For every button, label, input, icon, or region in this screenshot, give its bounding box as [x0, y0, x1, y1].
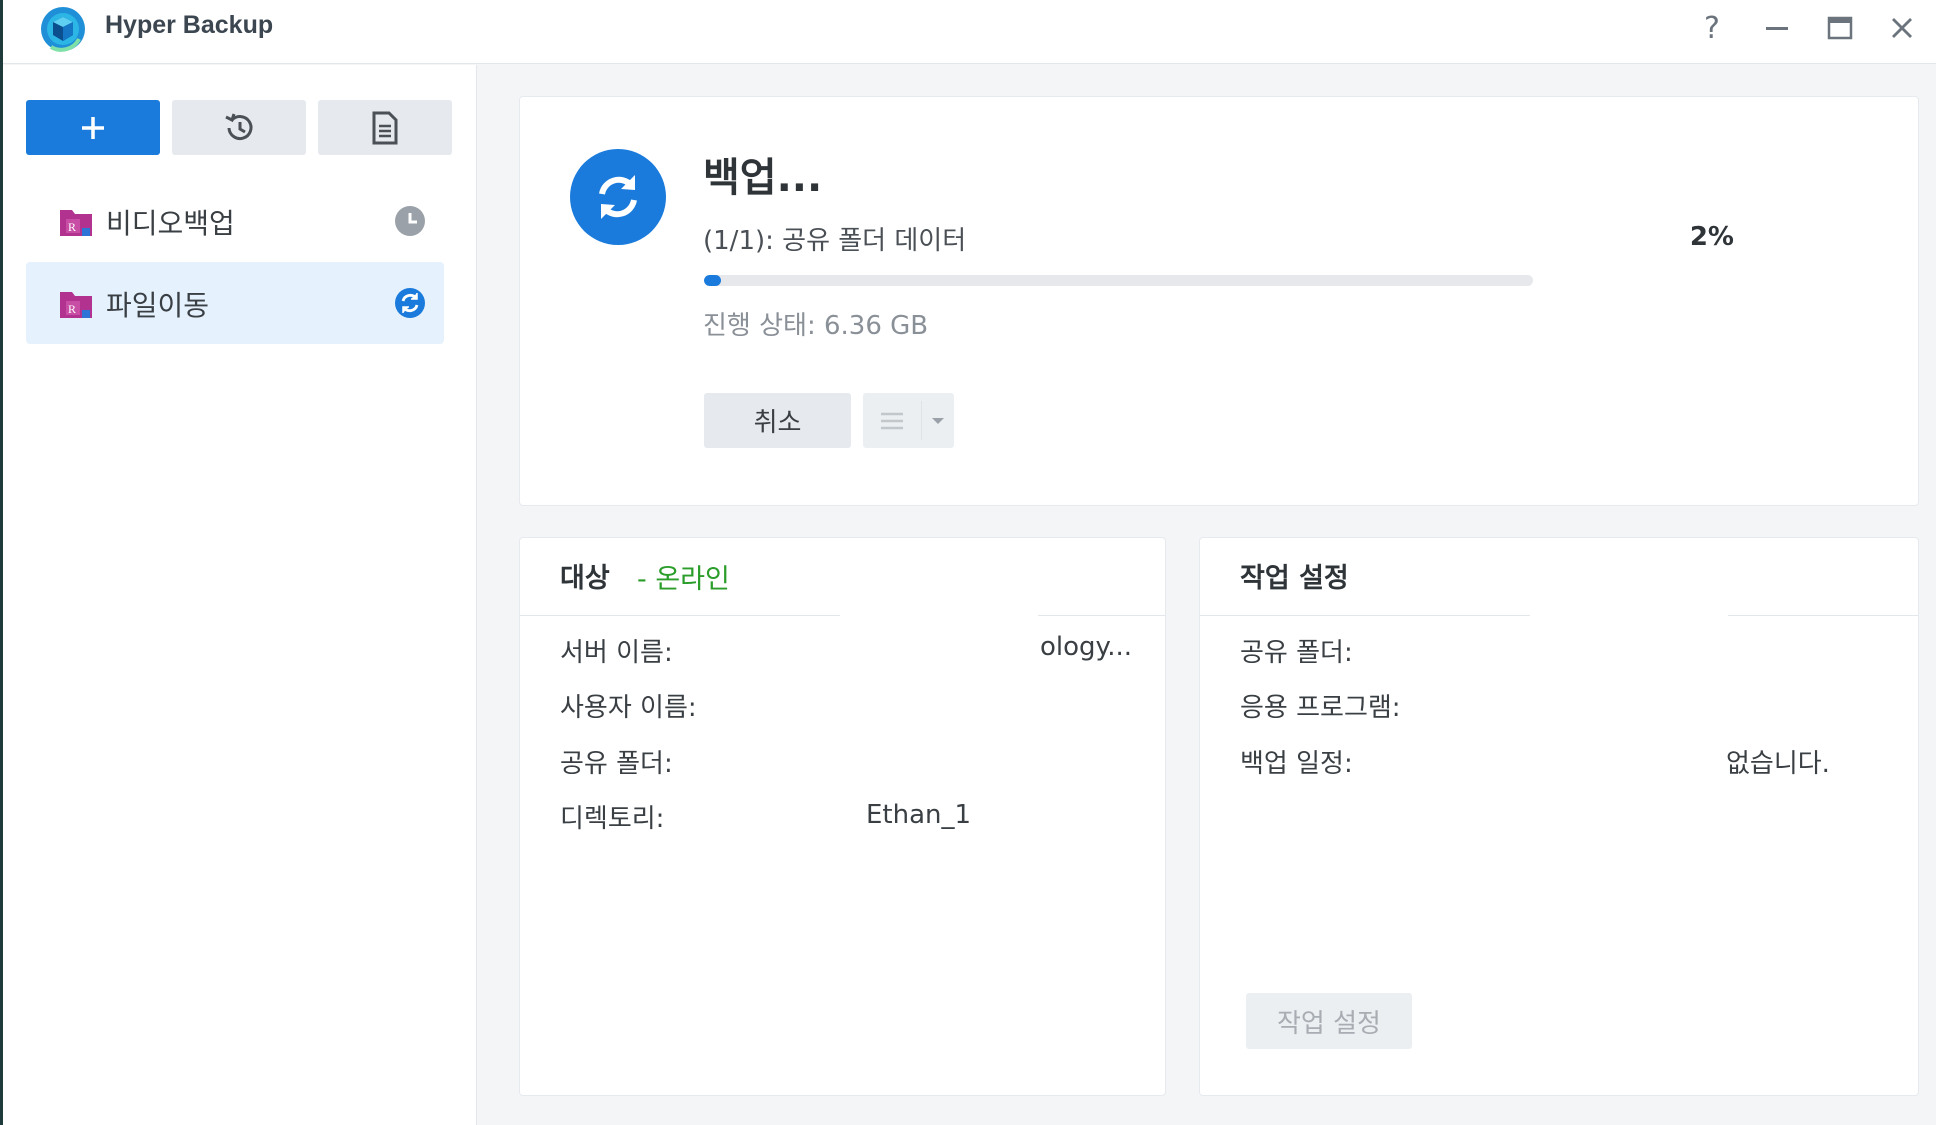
chevron-down-icon [932, 417, 944, 424]
server-name-value: ology... [1040, 632, 1133, 662]
close-button[interactable] [1880, 6, 1924, 50]
plus-icon [82, 116, 104, 139]
task-settings-panel-header: 작업 설정 [1200, 538, 1918, 616]
maximize-icon [1827, 16, 1853, 40]
shared-folder-label: 공유 폴더: [1240, 638, 1353, 668]
hyper-backup-logo-icon [41, 7, 85, 52]
backup-progress-panel: 백업... (1/1): 공유 폴더 데이터 2% 진행 상태: 6.36 GB… [519, 96, 1919, 506]
svg-text:R: R [68, 220, 76, 234]
hyper-backup-window: Hyper Backup ? R 비디오백업 R 파일이동 백업... (1/1… [3, 0, 1936, 1125]
progress-bar [704, 275, 1533, 286]
app-title: Hyper Backup [105, 11, 274, 39]
restore-history-button[interactable] [172, 100, 306, 155]
backup-schedule-value: 없습니다. [1726, 749, 1830, 779]
backup-status-title: 백업... [703, 155, 823, 201]
close-icon [1892, 18, 1912, 38]
progress-bar-fill [704, 275, 721, 286]
progress-state-label: 진행 상태: 6.36 GB [703, 311, 929, 341]
task-label: 파일이동 [106, 289, 210, 322]
create-task-button[interactable] [26, 100, 160, 155]
more-actions-button[interactable] [863, 393, 954, 448]
shared-folder-label: 공유 폴더: [560, 749, 673, 779]
log-button[interactable] [318, 100, 452, 155]
task-settings-title: 작업 설정 [1240, 563, 1349, 594]
destination-title: 대상 [560, 563, 610, 594]
title-bar: Hyper Backup ? [3, 0, 1936, 64]
destination-online-status: - 온라인 [637, 564, 730, 595]
log-document-icon [372, 111, 398, 144]
syncing-icon [395, 288, 425, 318]
username-label: 사용자 이름: [560, 693, 697, 723]
help-button[interactable]: ? [1690, 6, 1734, 50]
backup-sync-icon [570, 149, 666, 245]
progress-step-label: (1/1): 공유 폴더 데이터 [703, 226, 967, 256]
svg-text:R: R [68, 302, 76, 316]
task-item-file-move[interactable]: R 파일이동 [26, 262, 444, 344]
backup-schedule-label: 백업 일정: [1240, 749, 1353, 779]
task-label: 비디오백업 [106, 207, 235, 240]
backup-task-icon: R [60, 210, 92, 236]
minimize-button[interactable] [1755, 6, 1799, 50]
progress-percent: 2% [1689, 222, 1734, 252]
task-settings-panel: 작업 설정 공유 폴더: 응용 프로그램: 백업 일정: 없습니다. 작업 설정 [1199, 537, 1919, 1096]
clock-icon [395, 206, 425, 236]
history-icon [225, 113, 253, 140]
minimize-icon [1766, 27, 1788, 30]
task-item-video-backup[interactable]: R 비디오백업 [26, 180, 444, 262]
application-label: 응용 프로그램: [1240, 693, 1401, 723]
maximize-button[interactable] [1818, 6, 1862, 50]
sync-arrows-icon [599, 175, 637, 219]
directory-value: Ethan_1 [866, 800, 972, 830]
help-icon: ? [1704, 10, 1720, 46]
destination-panel-header: 대상 - 온라인 [520, 538, 1165, 616]
destination-panel: 대상 - 온라인 서버 이름: ology... 사용자 이름: 공유 폴더: … [519, 537, 1166, 1096]
directory-label: 디렉토리: [560, 804, 665, 834]
task-settings-button[interactable]: 작업 설정 [1246, 993, 1412, 1049]
menu-lines-icon [881, 412, 903, 429]
backup-task-icon: R [60, 292, 92, 318]
cancel-button[interactable]: 취소 [704, 393, 851, 448]
sidebar: R 비디오백업 R 파일이동 [3, 65, 477, 1125]
server-name-label: 서버 이름: [560, 638, 673, 668]
